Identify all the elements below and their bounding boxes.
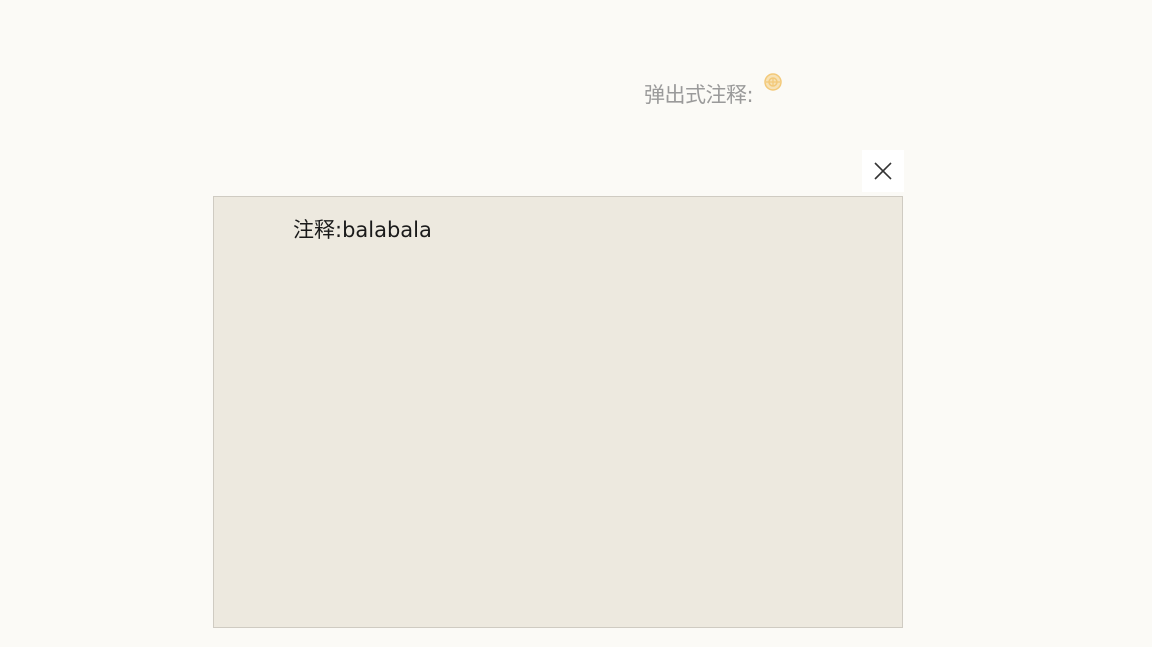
annotation-content: 注释:balabala: [293, 218, 432, 242]
popup-annotation-label: 弹出式注释:: [644, 83, 754, 107]
annotation-popup-panel: 注释:balabala: [213, 196, 903, 628]
popup-annotation-row: 弹出式注释:: [644, 73, 782, 110]
page: 弹出式注释: 注释:balabala: [0, 0, 1152, 647]
note-marker-icon[interactable]: [764, 73, 782, 91]
close-button[interactable]: [862, 150, 904, 192]
close-icon: [874, 162, 892, 180]
